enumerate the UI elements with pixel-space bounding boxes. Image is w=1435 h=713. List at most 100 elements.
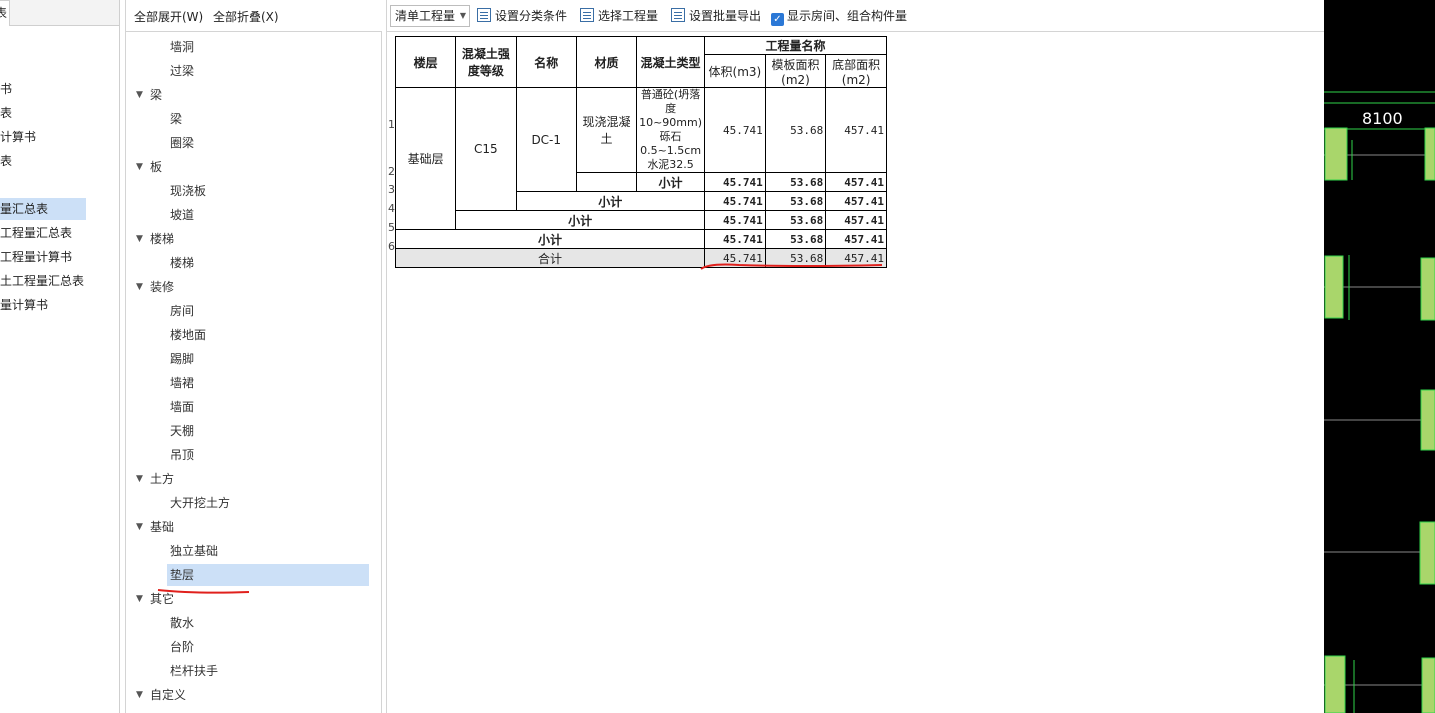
subtotal-label: 小计 [455,210,706,230]
tree-node-label: 圈梁 [170,136,195,150]
cad-drawing-view[interactable]: 8100 [1324,0,1435,713]
tree-leaf-node[interactable]: 圈梁 [170,132,194,154]
tree-leaf-node[interactable]: 大开挖土方 [170,492,230,514]
component-tree-panel: 全部展开(W) 全部折叠(X) 墙洞 过梁 ▼ 梁梁圈梁 ▼ 板现浇板 坡道 ▼ 楼梯 楼梯 ▼ 装修… [125,0,501,713]
chevron-down-icon[interactable]: ▼ [136,516,143,538]
cell-floor: 基础层 [394,87,457,230]
tree-leaf-node[interactable]: 踢脚 [170,348,194,370]
tree-node-label: 垫层 [170,568,195,582]
tree-leaf-node[interactable]: 楼地面 [170,324,206,346]
tree-leaf-node-selected[interactable]: 垫层 [167,564,369,586]
tree-leaf-node[interactable]: 墙面 [170,396,194,418]
quantity-table: 楼层 混凝土强度等级 名称 材质 混凝土类型 工程量名称 体积(m3) 模板面积… [394,36,887,268]
expand-all-button[interactable]: 全部展开(W) [134,8,203,25]
tree-leaf-node[interactable]: 梁 [170,108,182,130]
tree-leaf-node[interactable]: 台阶 [170,636,194,658]
subtotal-formwork: 53.68 [764,172,827,192]
tree-leaf-node[interactable]: 散水 [170,612,194,634]
subtotal-label: 小计 [394,229,706,249]
row-number: 1 [388,118,395,131]
total-label: 合计 [394,248,706,268]
report-item[interactable]: 书 [0,78,118,100]
red-underline-mark [157,589,250,594]
row-number: 6 [388,240,395,253]
tree-node-label: 基础 [150,520,175,534]
tree-group-node[interactable]: ▼ 梁 [136,84,163,106]
subtotal-bottom: 457.41 [825,229,887,249]
subtotal-formwork: 53.68 [764,191,827,211]
report-item[interactable]: 量计算书 [0,294,118,316]
select-quantity-button[interactable]: 选择工程量 [580,7,658,25]
header-quantity-group: 工程量名称 [704,36,887,55]
report-list-panel: 表 书 表 计算书 表 量汇总表 工程量汇总表 工程量计算书 土工程量汇总表 量… [0,0,120,713]
tree-group-node[interactable]: ▼ 自定义 [136,684,186,706]
report-toolbar: 清单工程量 ▼ 设置分类条件 选择工程量 设置批量导出 ✓ 显示房间、组合构件量 [387,0,1325,32]
tree-node-label: 梁 [150,88,163,102]
chevron-down-icon[interactable]: ▼ [136,468,143,490]
report-item[interactable]: 表 [0,102,118,124]
tree-node-label: 现浇板 [170,184,207,198]
tree-group-node[interactable]: ▼ 土方 [136,468,174,490]
row-number: 2 [388,165,395,178]
select-quantity-label: 选择工程量 [598,9,659,23]
chevron-down-icon[interactable]: ▼ [136,156,143,178]
tree-leaf-node[interactable]: 过梁 [170,60,194,82]
collapse-all-button[interactable]: 全部折叠(X) [213,8,279,25]
show-rooms-checkbox[interactable]: ✓ 显示房间、组合构件量 [771,7,907,26]
tree-leaf-node[interactable]: 房间 [170,300,194,322]
chevron-down-icon[interactable]: ▼ [136,276,143,298]
tree-node-label: 房间 [170,304,195,318]
header-material: 材质 [575,36,638,88]
tree-leaf-node[interactable]: 天棚 [170,420,194,442]
subtotal-bottom: 457.41 [825,172,887,192]
set-category-label: 设置分类条件 [495,9,568,23]
report-tab[interactable]: 表 [0,0,10,26]
set-category-button[interactable]: 设置分类条件 [477,7,567,25]
tree-node-label: 墙洞 [170,40,195,54]
cell-volume: 45.741 [704,87,766,173]
cad-dimension-label: 8100 [1362,109,1403,128]
tree-leaf-node[interactable]: 吊顶 [170,444,194,466]
grid-select-icon [580,8,594,22]
tree-leaf-node[interactable]: 栏杆扶手 [170,660,218,682]
header-strength: 混凝土强度等级 [455,36,517,88]
tree-node-label: 独立基础 [170,544,219,558]
report-item[interactable]: 计算书 [0,126,118,148]
tree-leaf-node[interactable]: 独立基础 [170,540,218,562]
chevron-down-icon[interactable]: ▼ [136,228,143,250]
tree-group-node[interactable]: ▼ 板 [136,156,163,178]
report-tab-strip: 表 [0,0,119,26]
report-item-selected[interactable]: 量汇总表 [0,198,86,220]
tree-leaf-node[interactable]: 现浇板 [170,180,206,202]
tree-node-label: 梁 [170,112,183,126]
category-settings-icon [477,8,491,22]
tree-leaf-node[interactable]: 墙洞 [170,36,194,58]
row-number: 3 [388,183,395,196]
tree-leaf-node[interactable]: 楼梯 [170,252,194,274]
report-item[interactable]: 工程量计算书 [0,246,118,268]
batch-export-button[interactable]: 设置批量导出 [671,7,761,25]
header-concrete-type: 混凝土类型 [636,36,706,88]
subtotal-label: 小计 [636,172,706,192]
checkbox-checked-icon: ✓ [771,13,784,26]
tree-leaf-node[interactable]: 墙裙 [170,372,194,394]
chevron-down-icon[interactable]: ▼ [136,588,143,610]
subtotal-bottom: 457.41 [825,210,887,230]
tree-node-label: 板 [150,160,163,174]
chevron-down-icon[interactable]: ▼ [136,684,143,706]
report-item[interactable]: 工程量汇总表 [0,222,118,244]
quantity-type-select[interactable]: 清单工程量 ▼ [390,5,470,27]
tree-group-node[interactable]: ▼ 楼梯 [136,228,174,250]
tree-node-label: 楼地面 [170,328,207,342]
tree-leaf-node[interactable]: 坡道 [170,204,194,226]
report-item[interactable]: 表 [0,150,118,172]
quantity-type-value: 清单工程量 [395,9,456,23]
chevron-down-icon[interactable]: ▼ [136,84,143,106]
tree-node-label: 墙面 [170,400,195,414]
batch-export-label: 设置批量导出 [689,9,762,23]
tree-node-label: 散水 [170,616,195,630]
cell-concrete-type: 普通砼(坍落度10~90mm) 砾石0.5~1.5cm 水泥32.5 [636,87,706,173]
tree-group-node[interactable]: ▼ 装修 [136,276,174,298]
tree-group-node[interactable]: ▼ 基础 [136,516,175,538]
report-item[interactable]: 土工程量汇总表 [0,270,118,292]
